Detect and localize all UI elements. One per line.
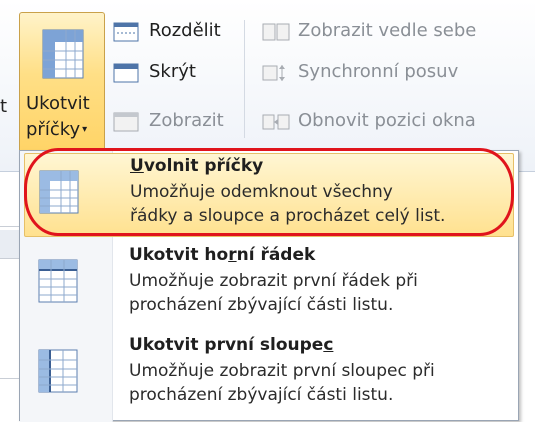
ribbon-cut-text: t — [0, 96, 8, 117]
unhide-button[interactable]: Zobrazit — [113, 110, 239, 136]
ribbon: t Ukotvit příčky ▾ Rozdělit Skrýt Zobraz… — [0, 0, 535, 172]
sync-scroll-icon — [262, 63, 290, 88]
menu-item-description: procházení zbývající části listu. — [129, 295, 394, 315]
synchronous-scrolling-button[interactable]: Synchronní posuv — [262, 61, 528, 87]
hide-button[interactable]: Skrýt — [113, 61, 239, 87]
split-icon — [113, 22, 139, 47]
split-button[interactable]: Rozdělit — [113, 20, 239, 46]
freeze-panes-icon — [42, 29, 84, 83]
menu-item-title: Ukotvit horní řádek — [129, 245, 316, 265]
highlight-annotation — [24, 148, 514, 236]
view-side-by-side-button[interactable]: Zobrazit vedle sebe — [262, 20, 528, 46]
reset-window-icon — [262, 112, 290, 137]
menu-item-title: Ukotvit první sloupec — [129, 335, 334, 355]
reset-window-position-button[interactable]: Obnovit pozici okna — [262, 110, 528, 136]
side-by-side-icon — [262, 22, 290, 47]
menu-item-description: procházení zbývající části listu. — [129, 385, 394, 405]
freeze-top-row-icon — [38, 259, 78, 307]
ribbon-separator — [244, 20, 245, 138]
dropdown-arrow-icon: ▾ — [82, 124, 88, 135]
menu-item-description: Umožňuje zobrazit první sloupec při — [129, 361, 435, 381]
freeze-panes-button[interactable]: Ukotvit příčky ▾ — [19, 12, 105, 150]
freeze-panes-label-2: příčky ▾ — [26, 119, 88, 140]
hide-icon — [113, 63, 139, 88]
menu-item-freeze-top-row[interactable]: Ukotvit horní řádek Umožňuje zobrazit pr… — [24, 243, 514, 327]
unhide-icon — [113, 112, 139, 137]
freeze-panes-label-1: Ukotvit — [26, 93, 90, 114]
freeze-first-column-icon — [38, 349, 78, 397]
menu-item-freeze-first-column[interactable]: Ukotvit první sloupec Umožňuje zobrazit … — [24, 333, 514, 417]
menu-item-description: Umožňuje zobrazit první řádek při — [129, 271, 418, 291]
